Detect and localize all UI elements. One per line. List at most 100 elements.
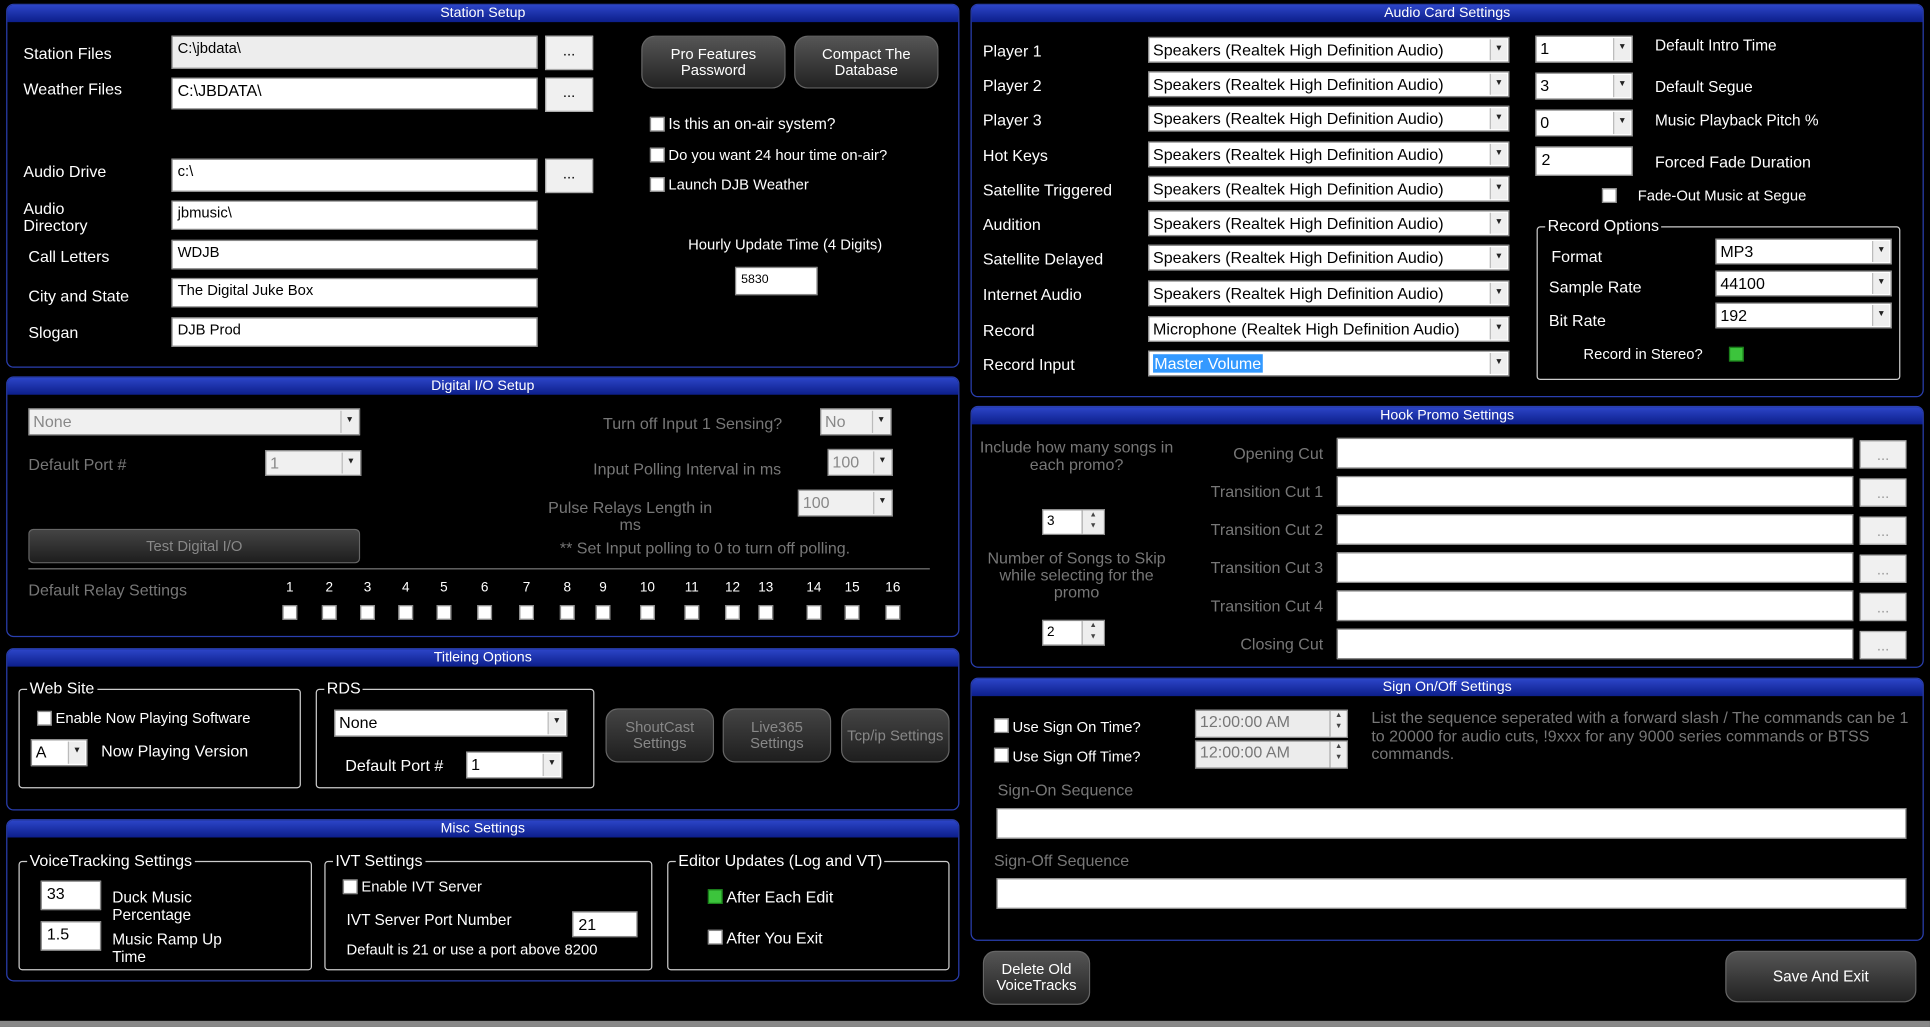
use-sign-on-checkbox[interactable] [993,718,1009,734]
city-state-field[interactable]: The Digital Juke Box [171,277,538,308]
spinner-arrows-icon[interactable]: ▲ ▼ [1081,621,1104,645]
bit-rate-select[interactable]: 192 ▼ [1715,302,1892,329]
relay-checkbox[interactable] [640,605,655,620]
record-stereo-checkbox[interactable] [1728,346,1744,362]
relay-checkbox[interactable] [519,605,534,620]
sign-off-time-spinner[interactable]: 12:00:00 AM ▲ ▼ [1194,740,1348,769]
tcpip-settings-button[interactable]: Tcp/ip Settings [841,708,950,763]
ivt-port-field[interactable]: 21 [572,911,638,938]
relay-checkbox[interactable] [844,605,860,620]
input1-sensing-label: Turn off Input 1 Sensing? [603,414,783,433]
promo-cut-field[interactable] [1336,514,1854,545]
time24-checkbox[interactable] [649,147,665,163]
weather-files-browse-button[interactable]: ... [545,77,594,112]
audio-directory-field[interactable]: jbmusic\ [171,200,538,230]
audio-device-select[interactable]: Speakers (Realtek High Definition Audio)… [1148,36,1510,63]
format-select[interactable]: MP3 ▼ [1715,238,1892,265]
enable-ivt-checkbox[interactable] [342,879,358,895]
rds-port-select[interactable]: 1 ▼ [466,751,563,779]
pitch-select[interactable]: 0 ▼ [1535,109,1633,137]
segue-select[interactable]: 3 ▼ [1535,72,1633,100]
promo-cut-browse-button[interactable]: ... [1859,554,1907,583]
promo-cut-field[interactable] [1336,552,1854,583]
live365-settings-button[interactable]: Live365 Settings [722,708,832,763]
compact-database-button[interactable]: Compact The Database [794,35,939,89]
audio-device-select[interactable]: Speakers (Realtek High Definition Audio)… [1148,210,1510,237]
promo-cut-browse-button[interactable]: ... [1859,592,1907,622]
relay-checkbox[interactable] [559,605,575,620]
default-port-select[interactable]: 1 ▼ [265,450,362,476]
forced-fade-field[interactable]: 2 [1535,146,1633,176]
relay-checkbox[interactable] [360,605,375,620]
chevron-down-icon: ▼ [873,451,891,474]
promo-cut-field[interactable] [1336,475,1854,507]
relay-checkbox[interactable] [477,605,493,620]
pulse-length-select[interactable]: 100 ▼ [797,489,893,517]
relay-checkbox[interactable] [885,605,901,620]
enable-now-playing-checkbox[interactable] [36,710,52,726]
rds-device-select[interactable]: None ▼ [334,709,568,737]
relay-checkbox[interactable] [684,605,700,620]
promo-cut-browse-button[interactable]: ... [1859,516,1907,545]
audio-device-select[interactable]: Master Volume ▼ [1148,350,1510,377]
relay-checkbox[interactable] [282,605,298,620]
audio-drive-field[interactable]: c:\ [171,158,538,192]
weather-files-field[interactable]: C:\JBDATA\ [171,77,538,110]
polling-interval-select[interactable]: 100 ▼ [827,448,893,476]
delete-voicetracks-button[interactable]: Delete Old VoiceTracks [982,950,1091,1005]
test-digital-io-button[interactable]: Test Digital I/O [28,528,361,564]
shoutcast-settings-button[interactable]: ShoutCast Settings [605,708,715,763]
promo-cut-field[interactable] [1336,437,1854,469]
relay-checkbox[interactable] [436,605,452,620]
spinner-arrows-icon[interactable]: ▲ ▼ [1081,510,1104,534]
relay-checkbox[interactable] [725,605,740,620]
sign-on-sequence-field[interactable] [996,808,1907,839]
promo-cut-browse-button[interactable]: ... [1859,440,1907,469]
promo-cut-browse-button[interactable]: ... [1859,478,1907,507]
fadeout-segue-checkbox[interactable] [1601,188,1617,203]
launch-weather-checkbox[interactable] [649,177,665,192]
now-playing-version-select[interactable]: A ▼ [30,739,88,767]
audio-device-select[interactable]: Speakers (Realtek High Definition Audio)… [1148,280,1510,307]
station-files-browse-button[interactable]: ... [545,35,594,71]
music-ramp-field[interactable]: 1.5 [40,921,102,951]
duck-music-field[interactable]: 33 [40,880,102,911]
skip-songs-spinner[interactable]: 2 ▲ ▼ [1042,619,1105,646]
save-and-exit-button[interactable]: Save And Exit [1725,950,1917,1003]
relay-checkbox[interactable] [595,605,611,620]
promo-cut-browse-button[interactable]: ... [1859,630,1907,660]
relay-checkbox[interactable] [398,605,414,620]
pro-features-password-button[interactable]: Pro Features Password [641,35,786,89]
hourly-update-field[interactable]: 5830 [734,266,818,296]
slogan-field[interactable]: DJB Prod [171,317,538,347]
sign-on-time-spinner[interactable]: 12:00:00 AM ▲ ▼ [1194,709,1348,738]
spinner-arrows-icon[interactable]: ▲ ▼ [1329,710,1347,737]
audio-device-select[interactable]: Speakers (Realtek High Definition Audio)… [1148,141,1510,168]
promo-cut-field[interactable] [1336,628,1854,660]
sign-off-sequence-field[interactable] [996,878,1907,909]
polling-interval-value: 100 [832,452,860,472]
segue-label: Default Segue [1654,78,1753,96]
intro-time-select[interactable]: 1 ▼ [1535,35,1633,63]
spinner-arrows-icon[interactable]: ▲ ▼ [1329,741,1347,768]
use-sign-off-checkbox[interactable] [993,747,1009,763]
audio-device-select[interactable]: Speakers (Realtek High Definition Audio)… [1148,244,1510,271]
after-you-exit-checkbox[interactable] [707,929,723,945]
audio-device-select[interactable]: Speakers (Realtek High Definition Audio)… [1148,175,1510,202]
promo-cut-field[interactable] [1336,590,1854,622]
after-each-edit-checkbox[interactable] [707,889,723,904]
audio-device-select[interactable]: Speakers (Realtek High Definition Audio)… [1148,71,1510,98]
digital-device-select[interactable]: None ▼ [28,408,361,436]
audio-device-select[interactable]: Speakers (Realtek High Definition Audio)… [1148,105,1510,132]
relay-checkbox[interactable] [758,605,774,620]
call-letters-field[interactable]: WDJB [171,239,538,270]
include-songs-spinner[interactable]: 3 ▲ ▼ [1042,509,1105,536]
input1-sensing-select[interactable]: No ▼ [820,408,892,436]
audio-device-select[interactable]: Microphone (Realtek High Definition Audi… [1148,316,1510,342]
sample-rate-select[interactable]: 44100 ▼ [1715,270,1892,297]
audio-drive-browse-button[interactable]: ... [545,158,594,194]
onair-system-checkbox[interactable] [649,116,665,132]
station-files-field[interactable]: C:\jbdata\ [171,35,538,69]
relay-checkbox[interactable] [321,605,337,620]
relay-checkbox[interactable] [806,605,822,620]
